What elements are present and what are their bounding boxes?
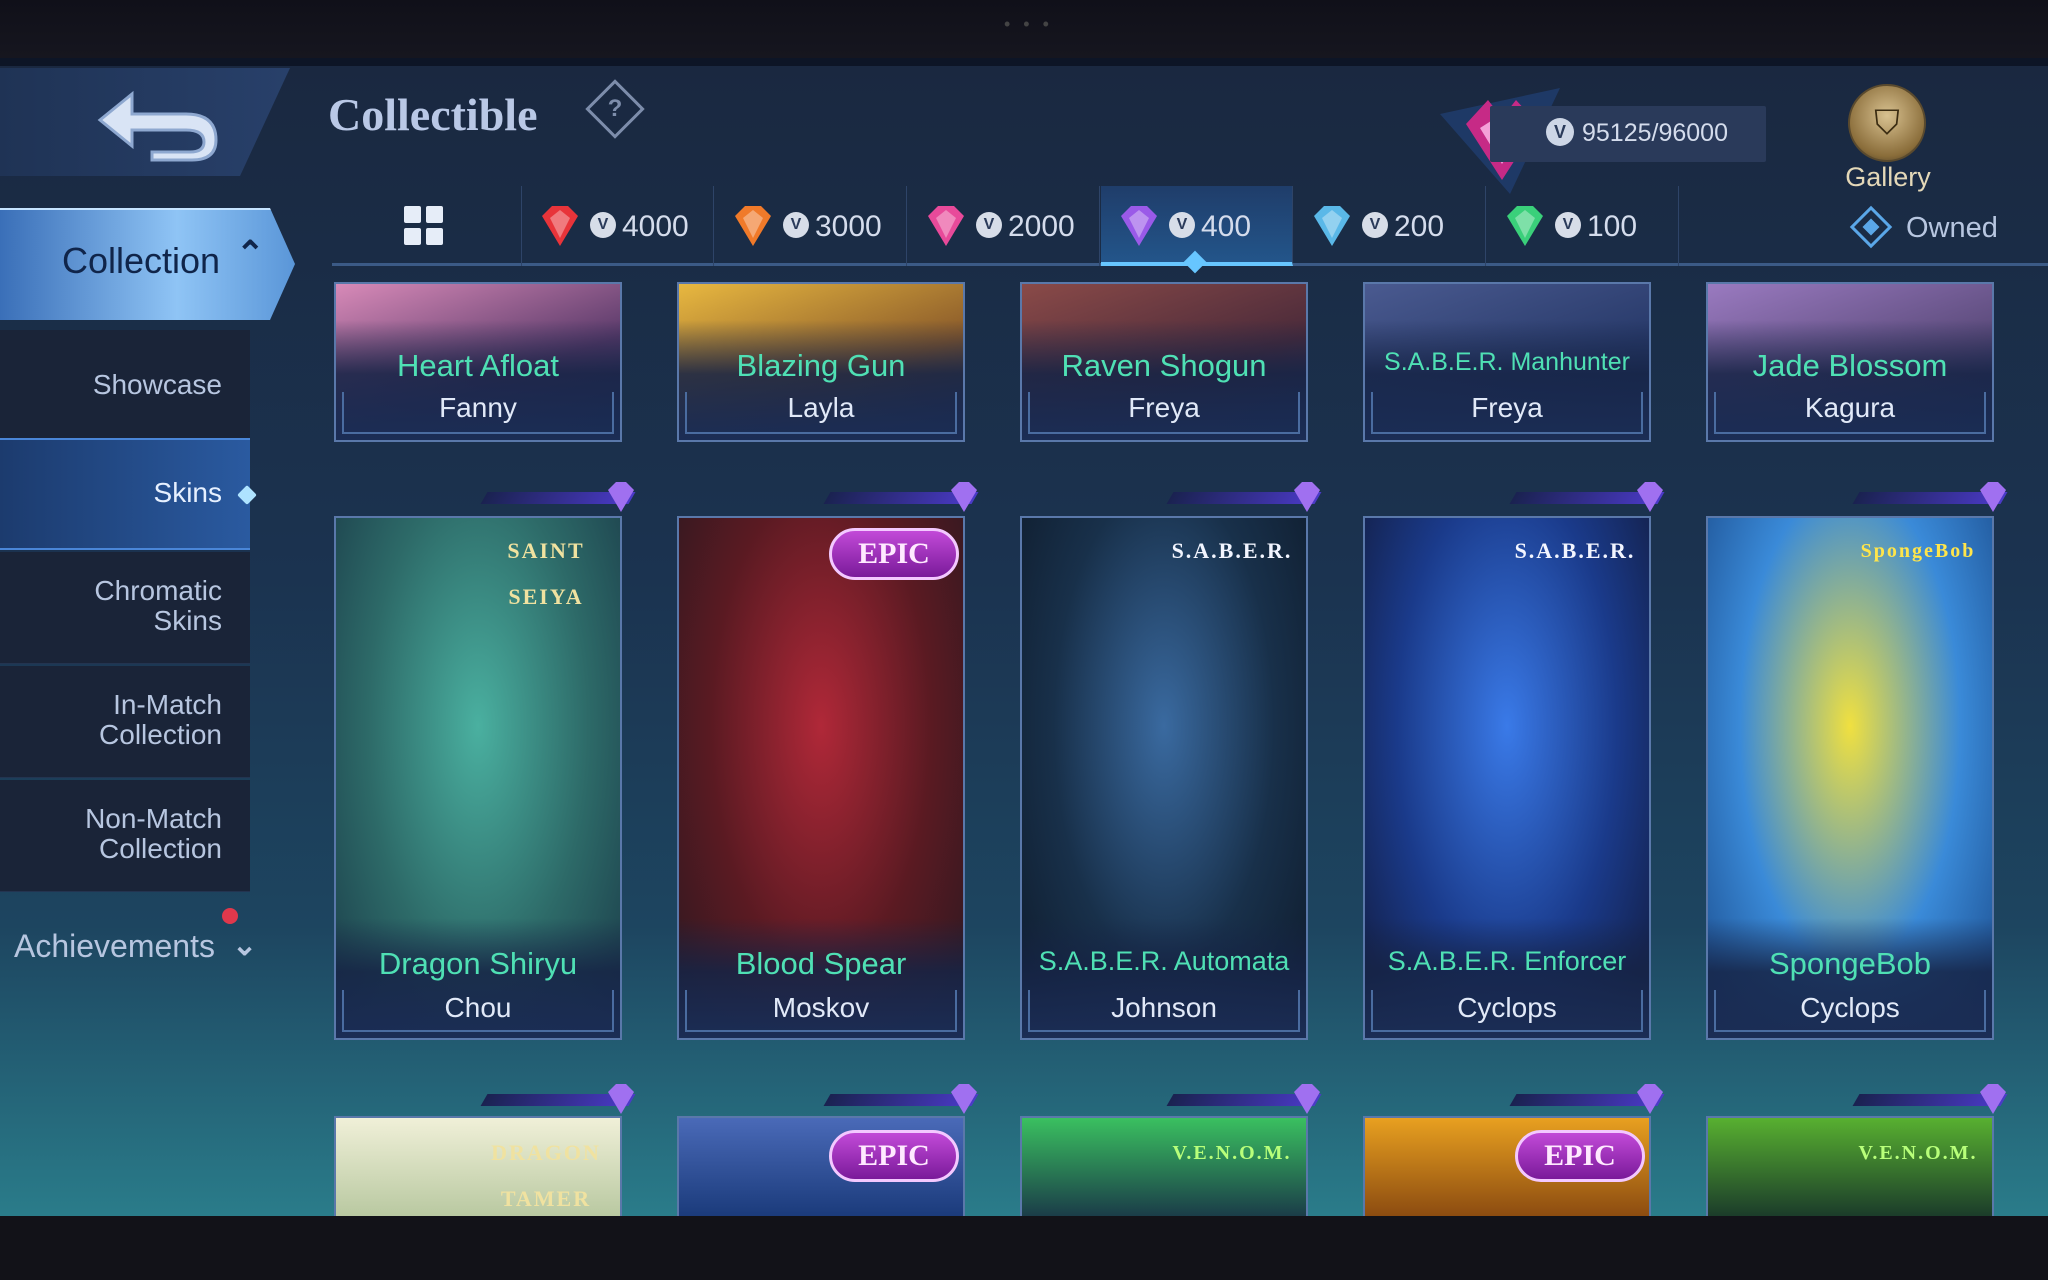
tier-gem-icon	[951, 482, 977, 512]
tier-gem-icon	[1294, 1084, 1320, 1114]
skin-name: Heart Afloat	[397, 348, 559, 383]
skin-card[interactable]: V.E.N.O.M.	[1706, 1116, 1994, 1216]
card-frame	[1371, 392, 1643, 434]
skin-card[interactable]: Heart Afloat Fanny	[334, 282, 622, 442]
skin-name: Dragon Shiryu	[378, 946, 578, 981]
skin-card-grid: Heart Afloat Fanny Blazing Gun Layla Raven S…	[0, 58, 2048, 1216]
skin-card[interactable]: SAINT SEIYA Dragon Shiryu Chou	[334, 516, 622, 1040]
skin-card[interactable]: Jade Blossom Kagura	[1706, 282, 1994, 442]
brand-logo: SAINT SEIYA	[507, 538, 585, 609]
skin-card[interactable]: S.A.B.E.R. S.A.B.E.R. Automata Johnson	[1020, 516, 1308, 1040]
skin-name: SpongeBob	[1768, 946, 1932, 981]
skin-card[interactable]: V.E.N.O.M.	[1020, 1116, 1308, 1216]
card-ribbon	[677, 1084, 979, 1116]
tier-gem-icon	[951, 1084, 977, 1114]
card-frame	[1028, 392, 1300, 434]
card-ribbon	[1706, 1084, 2008, 1116]
skin-card[interactable]: S.A.B.E.R. Manhunter Freya	[1363, 282, 1651, 442]
tier-gem-icon	[1980, 1084, 2006, 1114]
skin-name: Jade Blossom	[1752, 348, 1948, 383]
card-frame	[342, 392, 614, 434]
card-ribbon	[1706, 482, 2008, 514]
device-bottom-bezel	[0, 1216, 2048, 1280]
card-frame	[685, 990, 957, 1032]
card-ribbon	[334, 482, 636, 514]
skin-name: Blazing Gun	[736, 348, 906, 383]
brand-logo: S.A.B.E.R.	[1171, 538, 1293, 563]
card-ribbon	[677, 482, 979, 514]
skin-card[interactable]: S.A.B.E.R. S.A.B.E.R. Enforcer Cyclops	[1363, 516, 1651, 1040]
skin-name: Raven Shogun	[1061, 348, 1267, 383]
skin-card[interactable]: EPIC	[677, 1116, 965, 1216]
brand-logo: SpongeBob	[1860, 540, 1976, 562]
card-ribbon	[1363, 482, 1665, 514]
tier-gem-icon	[608, 482, 634, 512]
skin-name: S.A.B.E.R. Automata	[1038, 946, 1290, 976]
card-ribbon	[1020, 1084, 1322, 1116]
epic-badge: EPIC	[829, 528, 959, 580]
tier-gem-icon	[1637, 1084, 1663, 1114]
skin-name: Blood Spear	[735, 946, 907, 981]
notch-dots: • • •	[1004, 14, 1053, 34]
tier-gem-icon	[608, 1084, 634, 1114]
brand-logo: V.E.N.O.M.	[1172, 1142, 1292, 1164]
card-ribbon	[1020, 482, 1322, 514]
card-frame	[342, 990, 614, 1032]
card-frame	[1371, 990, 1643, 1032]
tier-gem-icon	[1637, 482, 1663, 512]
card-ribbon	[1363, 1084, 1665, 1116]
card-frame	[1714, 392, 1986, 434]
card-ribbon	[334, 1084, 636, 1116]
brand-logo: DRAGON TAMER	[491, 1140, 601, 1211]
card-frame	[685, 392, 957, 434]
game-screen: Collection ⌃ Showcase Skins Chromatic Sk…	[0, 58, 2048, 1216]
epic-badge: EPIC	[1515, 1130, 1645, 1182]
device-top-bezel: • • •	[0, 0, 2048, 58]
skin-card[interactable]: Blazing Gun Layla	[677, 282, 965, 442]
skin-card[interactable]: Raven Shogun Freya	[1020, 282, 1308, 442]
brand-logo: V.E.N.O.M.	[1858, 1142, 1978, 1164]
brand-logo: S.A.B.E.R.	[1514, 538, 1636, 563]
epic-badge: EPIC	[829, 1130, 959, 1182]
card-frame	[1028, 990, 1300, 1032]
tier-gem-icon	[1294, 482, 1320, 512]
skin-card[interactable]: EPIC	[1363, 1116, 1651, 1216]
card-frame	[1714, 990, 1986, 1032]
tier-gem-icon	[1980, 482, 2006, 512]
skin-name: S.A.B.E.R. Manhunter	[1384, 348, 1630, 376]
skin-card[interactable]: DRAGON TAMER	[334, 1116, 622, 1216]
skin-name: S.A.B.E.R. Enforcer	[1387, 946, 1627, 976]
skin-card[interactable]: EPIC Blood Spear Moskov	[677, 516, 965, 1040]
skin-card[interactable]: SpongeBob SpongeBob Cyclops	[1706, 516, 1994, 1040]
